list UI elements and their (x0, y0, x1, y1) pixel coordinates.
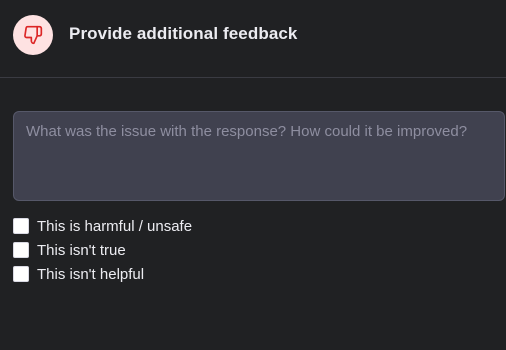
not-helpful-checkbox[interactable] (13, 266, 29, 282)
feedback-options: This is harmful / unsafe This isn't true… (13, 214, 192, 286)
feedback-dialog: Provide additional feedback This is harm… (0, 0, 506, 350)
dialog-header: Provide additional feedback (0, 0, 506, 78)
option-harmful[interactable]: This is harmful / unsafe (13, 214, 192, 238)
thumbs-down-icon (24, 25, 43, 45)
option-label: This isn't helpful (37, 265, 145, 283)
feedback-textarea[interactable] (13, 111, 505, 201)
harmful-checkbox[interactable] (13, 218, 29, 234)
option-label: This isn't true (37, 241, 126, 259)
option-label: This is harmful / unsafe (37, 217, 193, 235)
thumbs-down-icon-badge (13, 15, 53, 55)
not-true-checkbox[interactable] (13, 242, 29, 258)
option-not-true[interactable]: This isn't true (13, 238, 192, 262)
dialog-title: Provide additional feedback (69, 24, 298, 43)
option-not-helpful[interactable]: This isn't helpful (13, 262, 192, 286)
